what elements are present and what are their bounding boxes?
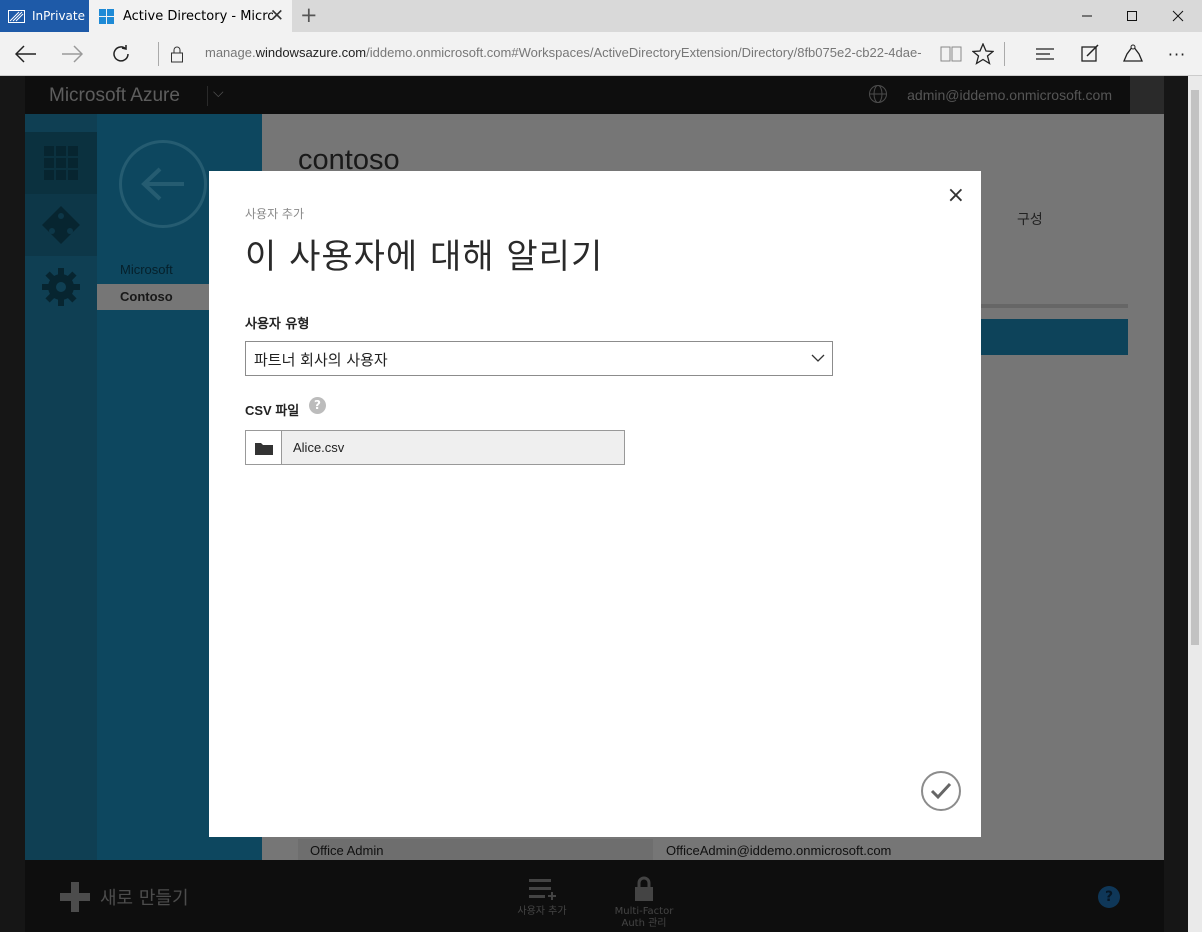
tab-title: Active Directory - Micro... bbox=[123, 8, 273, 24]
user-type-value: 파트너 회사의 사용자 bbox=[254, 351, 388, 369]
url-prefix: manage. bbox=[205, 45, 256, 60]
user-type-select[interactable]: 파트너 회사의 사용자 bbox=[245, 341, 833, 376]
close-icon bbox=[1172, 10, 1184, 22]
minimize-button[interactable] bbox=[1064, 2, 1110, 30]
confirm-button[interactable] bbox=[921, 771, 961, 811]
close-window-button[interactable] bbox=[1155, 2, 1201, 30]
hub-icon[interactable] bbox=[1031, 41, 1059, 67]
address-separator bbox=[158, 42, 159, 66]
minimize-icon bbox=[1082, 15, 1092, 17]
help-icon[interactable]: ? bbox=[309, 397, 326, 414]
close-icon[interactable]: × bbox=[947, 185, 965, 207]
browser-tab-bar: InPrivate Active Directory - Micro... ✕ … bbox=[0, 0, 1202, 32]
share-icon[interactable] bbox=[1119, 41, 1147, 67]
url-path: /iddemo.onmicrosoft.com#Workspaces/Activ… bbox=[366, 45, 922, 60]
csv-file-label: CSV 파일 bbox=[245, 400, 299, 419]
toolbar-separator bbox=[1004, 42, 1005, 66]
reading-view-icon[interactable] bbox=[937, 41, 965, 67]
browser-tab[interactable]: Active Directory - Micro... ✕ bbox=[89, 0, 292, 32]
chevron-down-icon bbox=[811, 354, 825, 362]
maximize-icon bbox=[1127, 11, 1137, 21]
inprivate-badge: InPrivate bbox=[0, 0, 89, 32]
page-scrollbar[interactable] bbox=[1188, 76, 1202, 932]
new-tab-button[interactable]: + bbox=[300, 3, 318, 27]
windows-logo-icon bbox=[99, 8, 114, 24]
maximize-button[interactable] bbox=[1109, 2, 1155, 30]
csv-label-suffix: 파일 bbox=[275, 404, 300, 419]
add-user-dialog: × 사용자 추가 이 사용자에 대해 알리기 사용자 유형 파트너 회사의 사용… bbox=[209, 171, 981, 837]
address-bar[interactable]: manage.windowsazure.com/iddemo.onmicroso… bbox=[205, 45, 927, 60]
browse-file-button[interactable] bbox=[246, 431, 282, 464]
refresh-icon bbox=[113, 45, 129, 62]
scrollbar-thumb[interactable] bbox=[1191, 90, 1199, 645]
tab-close-icon[interactable]: ✕ bbox=[270, 6, 284, 26]
inprivate-icon bbox=[8, 9, 25, 23]
csv-label-prefix: CSV bbox=[245, 403, 276, 418]
web-note-icon[interactable] bbox=[1076, 41, 1104, 67]
back-button[interactable] bbox=[12, 41, 40, 67]
inprivate-label: InPrivate bbox=[32, 9, 85, 23]
csv-file-picker[interactable]: Alice.csv bbox=[245, 430, 625, 465]
checkmark-icon bbox=[930, 782, 952, 800]
forward-button[interactable] bbox=[58, 41, 86, 67]
back-arrow-icon bbox=[15, 45, 36, 63]
forward-arrow-icon bbox=[62, 45, 83, 63]
refresh-button[interactable] bbox=[107, 41, 135, 67]
csv-file-name: Alice.csv bbox=[293, 440, 345, 455]
favorite-star-icon[interactable] bbox=[969, 41, 997, 67]
browser-nav-bar: manage.windowsazure.com/iddemo.onmicroso… bbox=[0, 32, 1202, 76]
folder-icon bbox=[254, 442, 273, 455]
user-type-label: 사용자 유형 bbox=[245, 317, 310, 332]
lock-icon bbox=[163, 41, 191, 67]
dialog-subtitle: 사용자 추가 bbox=[245, 207, 305, 221]
more-button[interactable]: ··· bbox=[1163, 41, 1191, 67]
dialog-title: 이 사용자에 대해 알리기 bbox=[245, 237, 604, 277]
url-domain: windowsazure.com bbox=[255, 45, 367, 60]
